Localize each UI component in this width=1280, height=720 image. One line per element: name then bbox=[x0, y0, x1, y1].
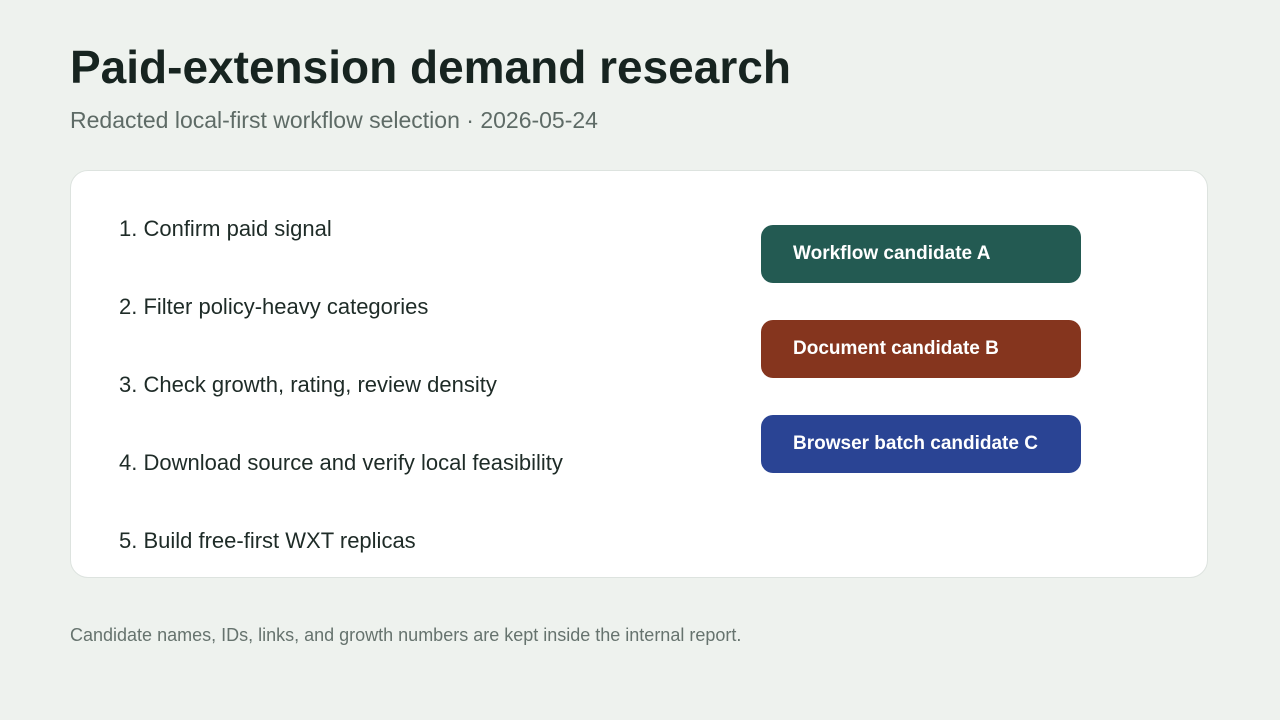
step-item: 1. Confirm paid signal bbox=[119, 216, 332, 241]
candidate-c-button[interactable]: Browser batch candidate C bbox=[761, 415, 1081, 473]
candidate-b-button[interactable]: Document candidate B bbox=[761, 320, 1081, 378]
footnote: Candidate names, IDs, links, and growth … bbox=[70, 625, 742, 645]
step-item: 5. Build free-first WXT replicas bbox=[119, 528, 416, 553]
page-subtitle: Redacted local-first workflow selection … bbox=[70, 107, 598, 133]
page-title: Paid-extension demand research bbox=[70, 41, 791, 93]
candidate-a-button[interactable]: Workflow candidate A bbox=[761, 225, 1081, 283]
step-item: 2. Filter policy-heavy categories bbox=[119, 294, 429, 319]
step-item: 3. Check growth, rating, review density bbox=[119, 372, 497, 397]
step-item: 4. Download source and verify local feas… bbox=[119, 450, 563, 475]
research-card: 1. Confirm paid signal 2. Filter policy-… bbox=[70, 170, 1208, 578]
